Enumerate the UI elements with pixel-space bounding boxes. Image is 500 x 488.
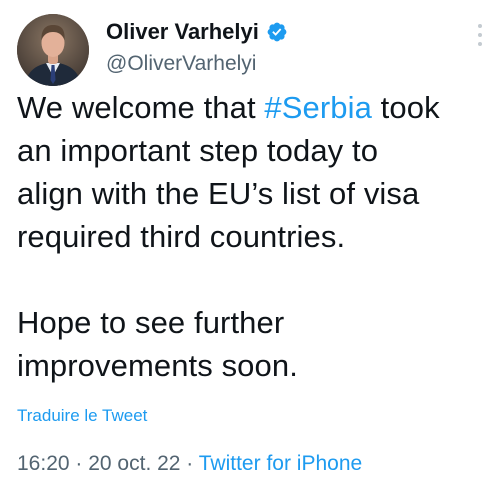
author-name-row: Oliver Varhelyi: [106, 16, 288, 48]
tweet-date[interactable]: 20 oct. 22: [88, 452, 180, 475]
tweet-line-2: an important step today to: [17, 133, 379, 168]
meta-separator: ·: [180, 452, 199, 475]
tweet-card: Oliver Varhelyi @OliverVarhelyi We welco…: [0, 0, 500, 488]
tweet-line-1: We welcome that #Serbia took: [17, 86, 487, 129]
more-dot: [478, 42, 482, 46]
author-display-name[interactable]: Oliver Varhelyi: [106, 19, 259, 45]
meta-separator: ·: [69, 452, 89, 475]
translate-tweet-link[interactable]: Traduire le Tweet: [17, 406, 147, 426]
more-options-icon[interactable]: [473, 20, 487, 60]
tweet-metadata: 16:20 · 20 oct. 22 · Twitter for iPhone: [17, 452, 362, 476]
more-dot: [478, 24, 482, 28]
tweet-line-5: Hope to see further: [17, 305, 285, 340]
hashtag-link[interactable]: #Serbia: [264, 90, 372, 125]
tweet-line-6: improvements soon.: [17, 348, 298, 383]
tweet-text: We welcome that #Serbia took an importan…: [17, 86, 487, 387]
author-handle[interactable]: @OliverVarhelyi: [106, 52, 256, 76]
author-avatar[interactable]: [17, 14, 89, 86]
more-dot: [478, 33, 482, 37]
tweet-time[interactable]: 16:20: [17, 452, 70, 475]
tweet-line-3: align with the EU’s list of visa: [17, 176, 420, 211]
verified-badge-icon: [266, 21, 288, 43]
tweet-text-segment: We welcome that: [17, 90, 265, 125]
tweet-text-segment: took: [371, 90, 440, 125]
tweet-source-link[interactable]: Twitter for iPhone: [199, 452, 362, 475]
tweet-line-4: required third countries.: [17, 219, 346, 254]
profile-photo-icon: [17, 14, 89, 86]
